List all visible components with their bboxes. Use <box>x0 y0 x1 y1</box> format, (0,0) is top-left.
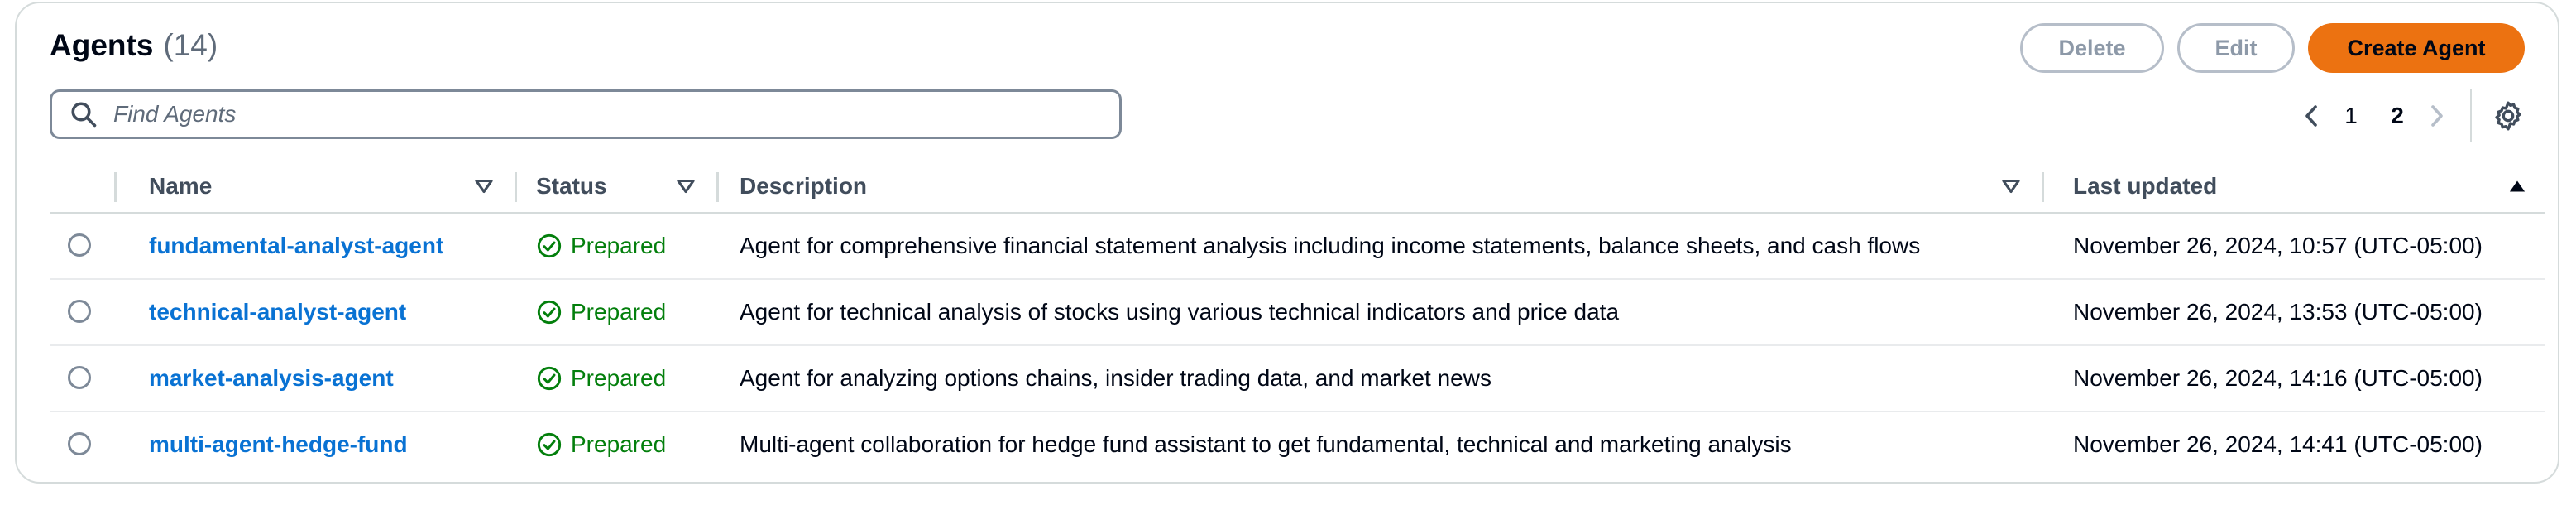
status-text: Prepared <box>571 365 667 391</box>
description-cell: Multi-agent collaboration for hedge fund… <box>740 431 1792 457</box>
filter-caret-icon[interactable] <box>2000 176 2022 197</box>
header-actions: Delete Edit Create Agent <box>2020 23 2525 73</box>
status-badge: Prepared <box>536 412 666 477</box>
table-header: Name Status Description Last updated <box>50 161 2545 214</box>
edit-button[interactable]: Edit <box>2177 23 2295 73</box>
sort-ascending-icon[interactable] <box>2507 176 2528 197</box>
status-text: Prepared <box>571 233 667 258</box>
page-title: Agents <box>50 28 154 62</box>
page-1-button[interactable]: 1 <box>2328 103 2374 129</box>
column-header-description[interactable]: Description <box>740 161 867 212</box>
column-separator <box>515 172 517 202</box>
search-icon <box>71 102 97 128</box>
row-select-radio[interactable] <box>68 366 91 389</box>
table-row[interactable]: technical-analyst-agent Prepared Agent f… <box>50 280 2545 346</box>
last-updated-cell: November 26, 2024, 13:53 (UTC-05:00) <box>2073 299 2483 325</box>
create-agent-button[interactable]: Create Agent <box>2308 23 2525 73</box>
row-select-radio[interactable] <box>68 300 91 323</box>
agent-name-link[interactable]: technical-analyst-agent <box>149 299 406 325</box>
column-separator <box>2042 172 2044 202</box>
row-select-radio[interactable] <box>68 233 91 257</box>
row-select-radio[interactable] <box>68 432 91 455</box>
last-updated-cell: November 26, 2024, 14:16 (UTC-05:00) <box>2073 365 2483 391</box>
status-text: Prepared <box>571 299 667 325</box>
description-cell: Agent for comprehensive financial statem… <box>740 233 1921 258</box>
search-box[interactable] <box>50 89 1122 139</box>
agents-panel: Agents (14) Delete Edit Create Agent 1 2 <box>15 2 2559 484</box>
table-row[interactable]: multi-agent-hedge-fund Prepared Multi-ag… <box>50 412 2545 477</box>
filter-caret-icon[interactable] <box>675 176 697 197</box>
gear-icon[interactable] <box>2492 99 2525 132</box>
page-2-button[interactable]: 2 <box>2374 103 2420 129</box>
description-cell: Agent for technical analysis of stocks u… <box>740 299 1620 325</box>
description-cell: Agent for analyzing options chains, insi… <box>740 365 1491 391</box>
column-separator <box>716 172 719 202</box>
agents-table: Name Status Description Last updated fun… <box>50 161 2545 477</box>
check-circle-icon <box>537 233 562 258</box>
filter-caret-icon[interactable] <box>473 176 495 197</box>
check-circle-icon <box>537 432 562 457</box>
agent-name-link[interactable]: multi-agent-hedge-fund <box>149 431 408 458</box>
table-row[interactable]: fundamental-analyst-agent Prepared Agent… <box>50 214 2545 280</box>
last-updated-cell: November 26, 2024, 14:41 (UTC-05:00) <box>2073 431 2483 457</box>
check-circle-icon <box>537 366 562 391</box>
agent-name-link[interactable]: market-analysis-agent <box>149 365 394 392</box>
column-header-name[interactable]: Name <box>149 161 212 212</box>
chevron-right-icon <box>2431 105 2443 127</box>
status-badge: Prepared <box>536 346 666 411</box>
table-row[interactable]: market-analysis-agent Prepared Agent for… <box>50 346 2545 412</box>
delete-button[interactable]: Delete <box>2020 23 2164 73</box>
status-badge: Prepared <box>536 214 666 278</box>
column-separator <box>114 172 117 202</box>
last-updated-cell: November 26, 2024, 10:57 (UTC-05:00) <box>2073 233 2483 258</box>
search-input[interactable] <box>112 100 1119 128</box>
status-badge: Prepared <box>536 280 666 344</box>
column-header-status[interactable]: Status <box>536 161 607 212</box>
check-circle-icon <box>537 300 562 325</box>
prev-page-button[interactable] <box>2295 99 2328 132</box>
chevron-left-icon <box>2305 105 2317 127</box>
column-header-last-updated[interactable]: Last updated <box>2073 161 2217 212</box>
panel-header: Agents (14) <box>50 28 218 63</box>
next-page-button[interactable] <box>2420 99 2454 132</box>
pagination: 1 2 <box>2295 89 2525 142</box>
agent-count: (14) <box>163 28 218 62</box>
status-text: Prepared <box>571 431 667 457</box>
agent-name-link[interactable]: fundamental-analyst-agent <box>149 233 443 259</box>
pager-divider <box>2470 89 2472 142</box>
